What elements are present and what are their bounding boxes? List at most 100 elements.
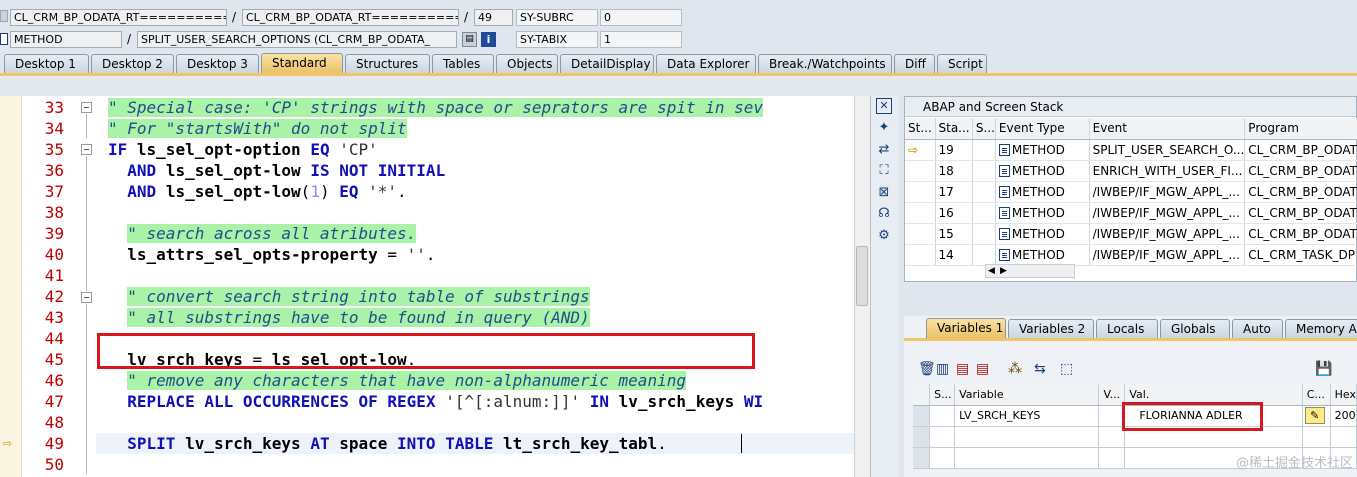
table-row[interactable]: 14 METHOD/IWBEP/IF_MGW_APPL_... CL_CRM_TAS… — [905, 244, 1357, 266]
event-type-cell[interactable]: METHOD — [995, 139, 1090, 161]
column-header[interactable]: S... — [929, 384, 956, 406]
column-header[interactable]: Event — [1089, 118, 1246, 140]
event-type-cell[interactable]: METHOD — [995, 244, 1090, 266]
code-line[interactable]: " remove any characters that have non-al… — [108, 370, 686, 391]
program-cell[interactable]: CL_CRM_BP_ODAT — [1244, 139, 1357, 161]
stack-level-cell[interactable]: 16 — [935, 202, 973, 224]
tab-memory-analysis[interactable]: Memory Ana — [1285, 319, 1357, 339]
info-icon[interactable]: i — [481, 32, 496, 47]
row-selector[interactable] — [913, 405, 931, 427]
event-cell[interactable]: /IWBEP/IF_MGW_APPL_... — [1089, 223, 1246, 245]
current-position-cell[interactable] — [905, 202, 936, 224]
event-type-cell[interactable]: METHOD — [995, 160, 1090, 182]
delete-icon[interactable]: 🗑 — [918, 362, 936, 376]
source-code-editor[interactable]: 33 " Special case: 'CP' strings with spac… — [0, 96, 870, 477]
event-cell[interactable]: /IWBEP/IF_MGW_APPL_... — [1089, 244, 1246, 266]
program-cell[interactable]: CL_CRM_BP_ODAT — [1244, 202, 1357, 224]
stack-level-cell[interactable]: 18 — [935, 160, 973, 182]
tab-variables-2[interactable]: Variables 2 — [1008, 319, 1094, 339]
hex-value-cell[interactable] — [1330, 426, 1357, 448]
maximize-icon[interactable]: ⛶ — [876, 163, 892, 179]
stack-level-cell[interactable]: 17 — [935, 181, 973, 203]
close-icon[interactable]: ✕ — [876, 98, 892, 114]
save-variables-icon[interactable]: ▤ — [956, 362, 969, 376]
services-icon[interactable]: ☊ — [876, 206, 892, 222]
tab-auto[interactable]: Auto — [1232, 319, 1283, 339]
source-icon-cell[interactable] — [972, 244, 996, 266]
code-line[interactable]: " all substrings have to be found in que… — [108, 307, 590, 328]
tab-objects[interactable]: Objects — [496, 54, 558, 74]
current-position-cell[interactable] — [905, 244, 936, 266]
edit-pencil-icon[interactable]: ✎ — [1304, 407, 1325, 424]
tab-desktop-2[interactable]: Desktop 2 — [91, 54, 174, 74]
event-cell[interactable]: /IWBEP/IF_MGW_APPL_... — [1089, 202, 1246, 224]
code-line[interactable]: " convert search string into table of su… — [108, 286, 590, 307]
tab-globals[interactable]: Globals — [1160, 319, 1230, 339]
table-row[interactable]: 16 METHOD/IWBEP/IF_MGW_APPL_... CL_CRM_BP_… — [905, 202, 1357, 224]
tab-diff[interactable]: Diff — [894, 54, 935, 74]
include-field[interactable]: CL_CRM_BP_ODATA_RT============ — [242, 9, 459, 26]
tab-desktop-1[interactable]: Desktop 1 — [4, 54, 89, 74]
table-row[interactable]: 18 METHOD ENRICH_WITH_USER_FI... CL_CRM_BP_… — [905, 160, 1357, 182]
table-row[interactable]: 17 METHOD/IWBEP/IF_MGW_APPL_... CL_CRM_BP_… — [905, 181, 1357, 203]
overview-icon[interactable]: ⬚ — [1060, 362, 1073, 376]
column-header[interactable]: Variable — [954, 384, 1100, 406]
program-cell[interactable]: CL_CRM_BP_ODAT — [1244, 181, 1357, 203]
tab-data-explorer[interactable]: Data Explorer — [656, 54, 756, 74]
tab-desktop-3[interactable]: Desktop 3 — [176, 54, 259, 74]
variable-name-cell[interactable] — [954, 426, 1100, 448]
line-number-field[interactable]: 49 — [474, 9, 513, 26]
event-type-cell[interactable]: METHOD — [995, 223, 1090, 245]
code-line[interactable]: SPLIT lv_srch_keys AT space INTO TABLE l… — [108, 433, 667, 454]
change-cell[interactable] — [1302, 426, 1331, 448]
tab-detail-display[interactable]: DetailDisplay — [560, 54, 654, 74]
hex-value-cell[interactable]: 200 — [1330, 405, 1357, 427]
event-cell[interactable]: ENRICH_WITH_USER_FI... — [1089, 160, 1246, 182]
load-variables-icon[interactable]: ▤ — [976, 362, 989, 376]
program-cell[interactable]: CL_CRM_BP_ODAT — [1244, 223, 1357, 245]
row-selector[interactable] — [913, 447, 931, 469]
replace-tool-icon[interactable]: ⇄ — [876, 142, 892, 158]
column-header[interactable]: C... — [1302, 384, 1331, 406]
current-position-cell[interactable] — [905, 160, 936, 182]
delete-all-icon[interactable]: ▥ — [936, 362, 949, 376]
view-cell[interactable] — [1098, 447, 1126, 469]
breakpoint-gutter[interactable] — [0, 96, 22, 477]
column-header[interactable]: Event Type — [995, 118, 1090, 140]
code-line[interactable]: " search across all atributes. — [108, 223, 417, 244]
sy-tabix-value[interactable]: 1 — [600, 31, 682, 48]
editor-scroll-thumb[interactable] — [856, 246, 868, 306]
row-selector[interactable] — [913, 426, 931, 448]
table-row[interactable]: ⇨ 19 METHOD SPLIT_USER_SEARCH_O... CL_CRM_BP… — [905, 139, 1357, 161]
sy-subrc-value[interactable]: 0 — [600, 9, 682, 26]
stack-level-cell[interactable]: 15 — [935, 223, 973, 245]
new-tool-icon[interactable]: ✦ — [876, 120, 892, 136]
tab-locals[interactable]: Locals — [1096, 319, 1158, 339]
column-header[interactable]: S... — [972, 118, 996, 140]
event-type-cell[interactable]: METHOD — [995, 202, 1090, 224]
column-header[interactable]: St... — [905, 118, 936, 140]
save-layout-icon[interactable]: 💾 — [1315, 362, 1332, 376]
source-icon-cell[interactable] — [972, 202, 996, 224]
column-header[interactable]: Sta... — [935, 118, 973, 140]
attributes-icon[interactable]: ⁂ — [1008, 362, 1022, 376]
tab-structures[interactable]: Structures — [345, 54, 430, 74]
source-icon-cell[interactable] — [972, 181, 996, 203]
stack-horizontal-scrollbar[interactable]: ◀ ▶ — [985, 264, 1075, 278]
view-cell[interactable] — [1098, 405, 1126, 427]
source-icon-cell[interactable] — [972, 139, 996, 161]
change-cell[interactable]: ✎ — [1302, 405, 1331, 427]
display-source-icon[interactable]: ▤ — [462, 32, 477, 47]
scroll-left-icon[interactable]: ◀ — [988, 265, 995, 277]
event-field[interactable]: SPLIT_USER_SEARCH_OPTIONS (CL_CRM_BP_ODA… — [137, 31, 457, 48]
tab-break-watchpoints[interactable]: Break./Watchpoints — [758, 54, 892, 74]
code-line[interactable]: IF ls_sel_opt-option EQ 'CP' — [108, 139, 378, 160]
table-row[interactable]: 15 METHOD/IWBEP/IF_MGW_APPL_... CL_CRM_BP_… — [905, 223, 1357, 245]
current-position-cell[interactable]: ⇨ — [905, 139, 936, 161]
program-field[interactable]: CL_CRM_BP_ODATA_RT============= — [10, 9, 227, 26]
code-line[interactable]: ls_attrs_sel_opts-property = ''. — [108, 244, 435, 265]
program-cell[interactable]: CL_CRM_BP_ODAT — [1244, 160, 1357, 182]
column-header[interactable]: Hex — [1330, 384, 1357, 406]
event-cell[interactable]: SPLIT_USER_SEARCH_O... — [1089, 139, 1246, 161]
view-cell[interactable] — [1098, 426, 1126, 448]
